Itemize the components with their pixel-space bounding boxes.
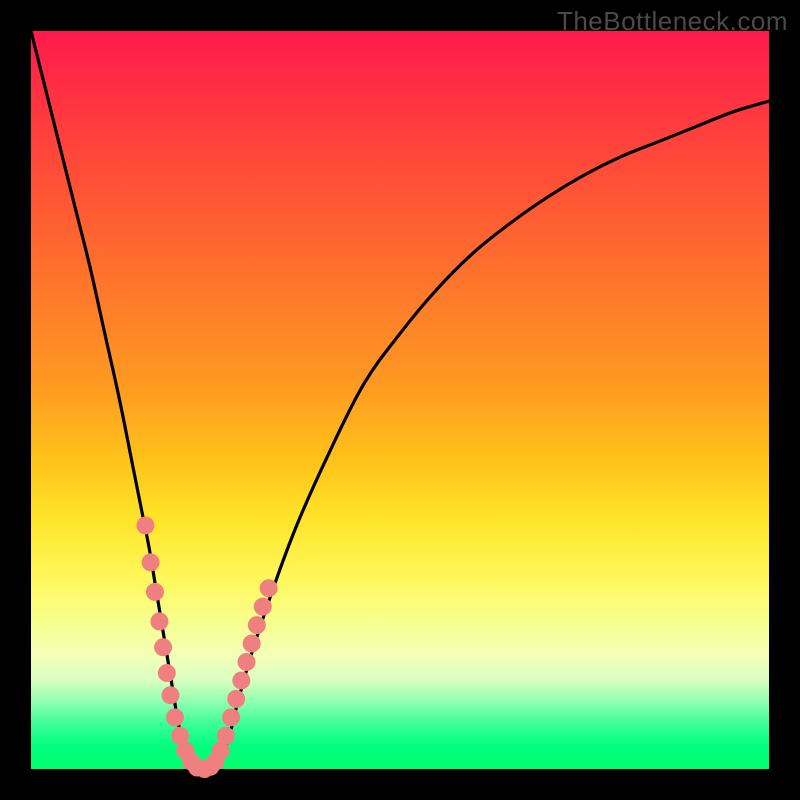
curve-marker bbox=[217, 727, 235, 745]
curve-marker bbox=[154, 638, 172, 656]
plot-area bbox=[31, 31, 769, 769]
curve-marker bbox=[243, 635, 261, 653]
bottleneck-curve bbox=[31, 31, 769, 769]
watermark-text: TheBottleneck.com bbox=[557, 6, 788, 37]
curve-marker bbox=[150, 612, 168, 630]
curve-marker bbox=[142, 553, 160, 571]
chart-frame: TheBottleneck.com bbox=[0, 0, 800, 800]
curve-marker bbox=[136, 516, 154, 534]
curve-marker bbox=[222, 708, 240, 726]
curve-marker bbox=[161, 686, 179, 704]
curve-marker bbox=[227, 690, 245, 708]
curve-marker bbox=[166, 708, 184, 726]
curve-markers bbox=[136, 516, 277, 778]
curve-marker bbox=[232, 671, 250, 689]
curve-marker bbox=[238, 653, 256, 671]
bottleneck-curve-svg bbox=[31, 31, 769, 769]
curve-marker bbox=[254, 598, 272, 616]
curve-marker bbox=[260, 579, 278, 597]
curve-marker bbox=[146, 583, 164, 601]
curve-marker bbox=[248, 616, 266, 634]
curve-marker bbox=[158, 664, 176, 682]
